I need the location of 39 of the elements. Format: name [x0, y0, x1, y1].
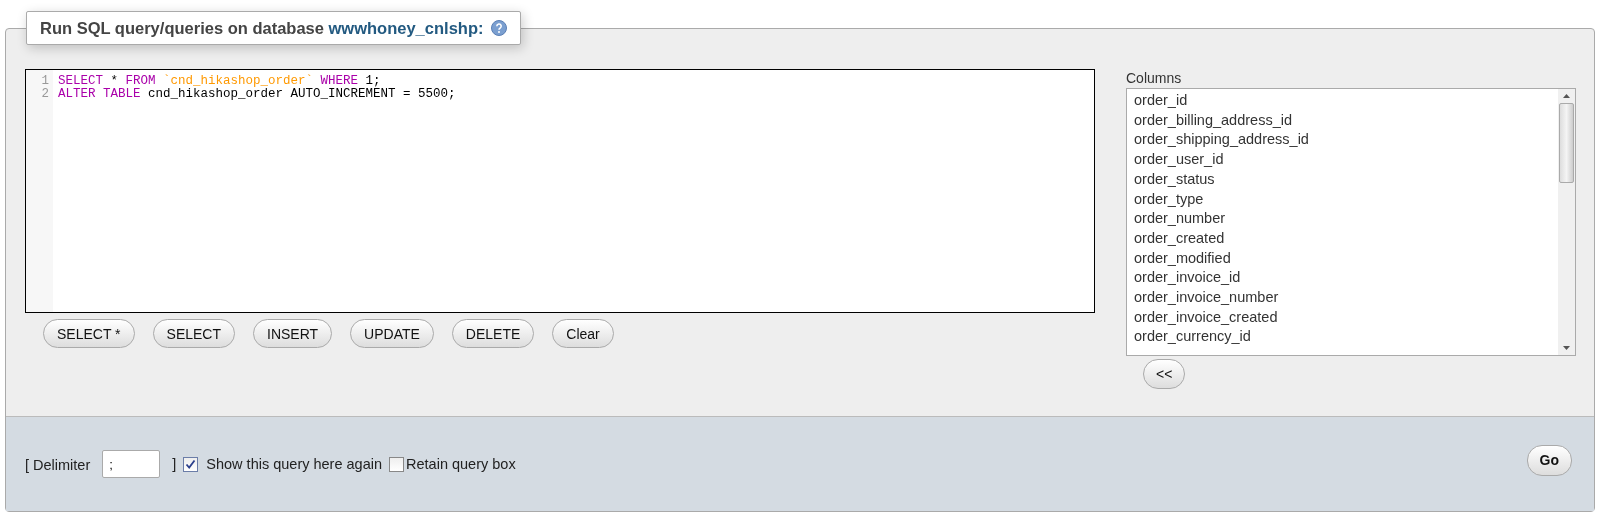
column-item[interactable]: order_invoice_id	[1134, 268, 1558, 289]
scrollbar[interactable]	[1558, 89, 1575, 355]
query-button[interactable]: Clear	[552, 319, 614, 348]
column-item[interactable]: order_status	[1134, 169, 1558, 190]
checkbox[interactable]	[389, 456, 405, 472]
database-link[interactable]: wwwhoney_cnlshp:	[328, 18, 484, 37]
query-button[interactable]: SELECT	[152, 319, 235, 348]
line-number: 2	[41, 88, 49, 101]
column-item[interactable]: order_id	[1134, 91, 1558, 111]
query-button[interactable]: DELETE	[451, 319, 535, 348]
column-item[interactable]: order_modified	[1134, 248, 1558, 269]
columns-list[interactable]	[1126, 88, 1576, 356]
query-button[interactable]: UPDATE	[350, 319, 434, 348]
query-button[interactable]: INSERT	[253, 319, 333, 348]
column-item[interactable]: order_type	[1134, 189, 1558, 210]
column-item[interactable]: order_invoice_created	[1134, 307, 1558, 328]
line-number: 1	[41, 75, 49, 88]
column-item[interactable]: order_number	[1134, 209, 1558, 229]
legend-title: Run SQL query/queries on database wwwhoney_cnlshp:	[40, 18, 484, 38]
code-line: SELECT * FROM `cnd_hikashop_order` WHERE 1;	[58, 75, 382, 88]
checkbox-label: Show this query here again	[206, 456, 383, 472]
column-item[interactable]: order_created	[1134, 228, 1558, 249]
columns-label: Columns	[1126, 70, 1182, 86]
insert-column-button[interactable]: <<	[1143, 359, 1186, 389]
go-button[interactable]: Go	[1526, 444, 1572, 476]
checkbox-label: Retain query box	[406, 456, 516, 472]
code-line: ALTER TABLE cnd_hikashop_order AUTO_INCREMENT = 5500;	[58, 88, 456, 101]
column-item[interactable]: order_user_id	[1134, 150, 1558, 170]
column-item[interactable]: order_currency_id	[1134, 327, 1558, 348]
delimiter-bracket: ]	[172, 456, 177, 472]
help-icon[interactable]	[491, 20, 508, 36]
column-item[interactable]: order_invoice_number	[1134, 288, 1558, 308]
delimiter-label: [ Delimiter	[25, 457, 91, 473]
column-item[interactable]: order_billing_address_id	[1134, 110, 1558, 131]
column-item[interactable]: order_shipping_address_id	[1134, 130, 1558, 151]
checkbox[interactable]	[183, 456, 199, 472]
delimiter-field[interactable]: ;	[102, 450, 161, 478]
query-button[interactable]: SELECT *	[43, 319, 135, 348]
sql-editor[interactable]: 1 2 SELECT * FROM `cnd_hikashop_order` WHERE 1; ALTER TABLE cnd_hikashop_order AUTO_INCREMENT = 5500;	[25, 69, 1095, 313]
